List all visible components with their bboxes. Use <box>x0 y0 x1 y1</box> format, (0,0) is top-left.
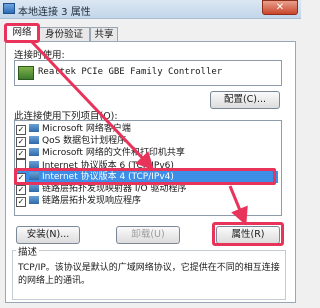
arrow-tab-to-item <box>30 40 155 171</box>
annotation-arrows <box>30 40 248 226</box>
arrow-item-to-properties <box>228 185 248 226</box>
